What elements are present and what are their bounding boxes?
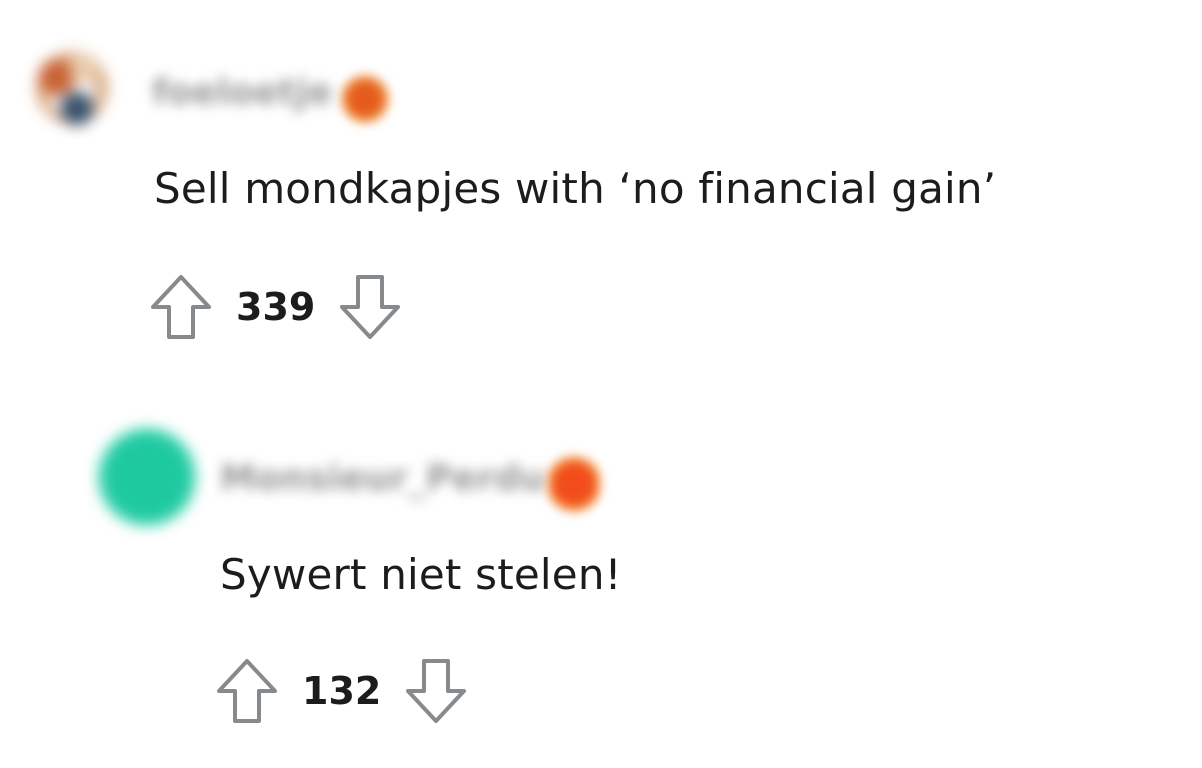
comment-thread: foeloetje Sell mondkapjes with ‘no finan… bbox=[0, 0, 1202, 768]
username[interactable]: foeloetje bbox=[152, 72, 332, 113]
upvote-arrow-icon bbox=[217, 659, 277, 723]
upvote-button[interactable] bbox=[214, 656, 280, 726]
comment-body: Sell mondkapjes with ‘no financial gain’ bbox=[154, 164, 997, 213]
username[interactable]: Monsieur_Perdu bbox=[220, 458, 546, 499]
vote-count: 132 bbox=[302, 669, 382, 713]
downvote-button[interactable] bbox=[403, 656, 469, 726]
avatar[interactable] bbox=[22, 36, 122, 140]
user-flair-icon bbox=[548, 456, 600, 512]
comment-body: Sywert niet stelen! bbox=[220, 550, 622, 599]
vote-bar: 339 bbox=[148, 272, 403, 342]
upvote-button[interactable] bbox=[148, 272, 214, 342]
downvote-arrow-icon bbox=[406, 659, 467, 723]
vote-count: 339 bbox=[236, 285, 316, 329]
vote-bar: 132 bbox=[214, 656, 469, 726]
avatar[interactable] bbox=[98, 428, 196, 526]
downvote-button[interactable] bbox=[337, 272, 403, 342]
upvote-arrow-icon bbox=[151, 275, 211, 339]
downvote-arrow-icon bbox=[340, 275, 401, 339]
user-flair-icon bbox=[340, 74, 390, 124]
